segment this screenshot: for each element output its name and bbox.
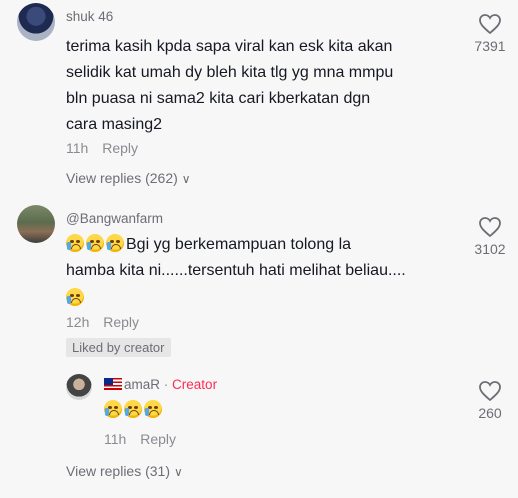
comment-text-line: selidik kat umah dy bleh kita tlg yg mna…	[66, 64, 394, 81]
avatar[interactable]	[17, 3, 55, 41]
like-count: 3102	[474, 241, 506, 257]
comment-text-line: Bgi yg berkemampuan tolong la	[66, 232, 406, 258]
creator-label: Creator	[172, 377, 218, 392]
crying-face-emoji	[106, 234, 124, 252]
comment-text-line: bln puasa ni sama2 kita cari kberkatan d…	[66, 90, 371, 107]
separator: ·	[163, 377, 169, 392]
reply-button[interactable]: Reply	[140, 431, 176, 447]
comment-meta: 11h Reply	[66, 140, 138, 156]
heart-outline-icon	[479, 381, 501, 402]
chevron-down-icon: ∨	[181, 172, 191, 186]
like-button[interactable]: 7391	[470, 13, 510, 54]
comment-text-line: cara masing2	[66, 116, 163, 133]
crying-face-emoji	[66, 234, 84, 252]
reply-button[interactable]: Reply	[102, 140, 138, 156]
heart-outline-icon	[479, 14, 501, 35]
comment-username[interactable]: shuk 46	[66, 9, 113, 24]
view-replies-button[interactable]: View replies (31) ∨	[66, 463, 183, 479]
comment-time: 11h	[66, 140, 89, 156]
chevron-down-icon: ∨	[174, 465, 183, 479]
reply-meta: 11h Reply	[104, 431, 176, 447]
crying-face-emoji	[124, 400, 142, 418]
avatar[interactable]	[17, 205, 55, 243]
comment-username[interactable]: @Bangwanfarm	[66, 211, 163, 226]
heart-outline-icon	[479, 217, 501, 238]
comment-text-line: hamba kita ni......tersentuh hati meliha…	[66, 262, 406, 279]
comment-text: terima kasih kpda sapa viral kan esk kit…	[66, 34, 393, 138]
like-count: 260	[478, 405, 502, 421]
comment-text: Bgi yg berkemampuan tolong la hamba kita…	[66, 232, 406, 312]
view-replies-label: View replies (31)	[66, 463, 171, 479]
avatar[interactable]	[66, 374, 92, 400]
reply-button[interactable]: Reply	[103, 314, 139, 330]
comment-time: 12h	[66, 314, 90, 330]
crying-face-emoji	[86, 234, 104, 252]
crying-face-emoji	[144, 400, 162, 418]
malaysia-flag-icon	[104, 378, 122, 390]
view-replies-label: View replies (262)	[66, 170, 178, 186]
comment-text-line	[66, 284, 406, 312]
reply-text	[104, 398, 164, 424]
like-button[interactable]: 3102	[470, 216, 510, 257]
like-button[interactable]: 260	[470, 380, 510, 421]
reply-time: 11h	[104, 431, 127, 447]
crying-face-emoji	[104, 400, 122, 418]
comment-text-line: terima kasih kpda sapa viral kan esk kit…	[66, 38, 393, 55]
comment-meta: 12h Reply	[66, 314, 139, 330]
view-replies-button[interactable]: View replies (262) ∨	[66, 170, 191, 186]
reply-username[interactable]: amaR	[124, 377, 160, 392]
reply-username-row: amaR · Creator	[104, 377, 217, 392]
liked-by-creator-badge: Liked by creator	[66, 338, 171, 357]
crying-face-emoji	[66, 288, 84, 306]
like-count: 7391	[474, 38, 506, 54]
comment-text-fragment: Bgi yg berkemampuan tolong la	[126, 236, 352, 253]
